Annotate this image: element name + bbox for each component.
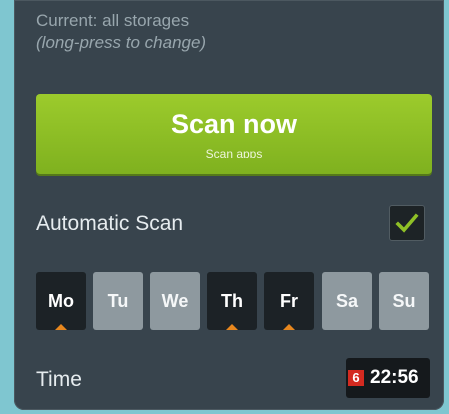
storage-hint-label: (long-press to change) — [36, 33, 207, 52]
day-toggle-mo[interactable]: Mo — [36, 272, 86, 330]
day-toggle-we[interactable]: We — [150, 272, 200, 330]
day-toggle-sa[interactable]: Sa — [322, 272, 372, 330]
day-label: Fr — [280, 291, 298, 311]
scan-now-subtitle: Scan apps — [205, 147, 263, 158]
automatic-scan-label: Automatic Scan — [36, 212, 184, 235]
day-toggle-fr[interactable]: Fr — [264, 272, 314, 330]
scan-now-label: Scan now — [170, 109, 298, 139]
day-toggle-tu[interactable]: Tu — [93, 272, 143, 330]
day-toggle-su[interactable]: Su — [379, 272, 429, 330]
checkmark-icon — [395, 213, 419, 233]
time-label: Time — [36, 368, 82, 391]
day-toggle-th[interactable]: Th — [207, 272, 257, 330]
day-selected-marker — [283, 324, 295, 330]
time-picker[interactable]: 6 22:56 — [346, 358, 430, 398]
automatic-scan-checkbox[interactable] — [389, 205, 425, 241]
current-storage-label: Current: all storages — [36, 11, 190, 30]
day-label: Su — [392, 291, 416, 311]
callout-number-badge: 6 — [348, 370, 364, 386]
time-value: 22:56 — [370, 367, 419, 388]
day-label: Tu — [107, 291, 129, 311]
day-selected-marker — [226, 324, 238, 330]
weekday-selector: Mo Tu We Th Fr Sa Su — [36, 272, 436, 330]
scan-now-button[interactable]: Scan now Scan apps — [36, 94, 432, 174]
day-selected-marker — [55, 324, 67, 330]
day-label: Sa — [335, 291, 359, 311]
day-label: Th — [221, 291, 243, 311]
day-label: Mo — [48, 291, 74, 311]
storage-selector[interactable]: Current: all storages (long-press to cha… — [36, 10, 206, 54]
scan-settings-panel: Current: all storages (long-press to cha… — [14, 0, 444, 410]
day-label: We — [161, 291, 189, 311]
